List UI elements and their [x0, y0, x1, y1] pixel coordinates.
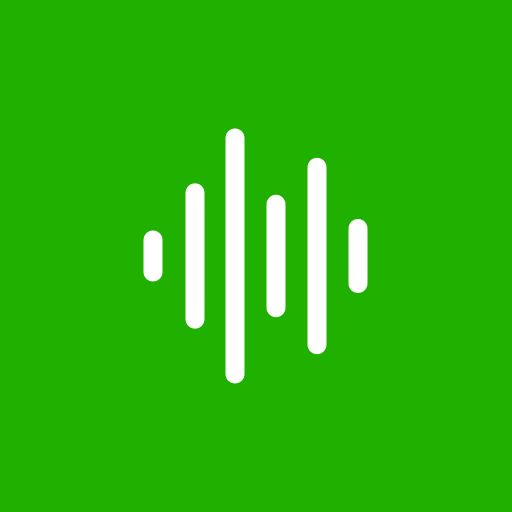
- waveform-bar: [143, 230, 163, 282]
- app-icon[interactable]: [0, 0, 512, 512]
- sound-waveform-icon: [143, 128, 368, 384]
- waveform-bar: [185, 183, 205, 329]
- waveform-bar: [225, 128, 245, 384]
- waveform-bar: [266, 194, 286, 318]
- waveform-bar: [348, 219, 368, 293]
- waveform-bar: [307, 157, 327, 355]
